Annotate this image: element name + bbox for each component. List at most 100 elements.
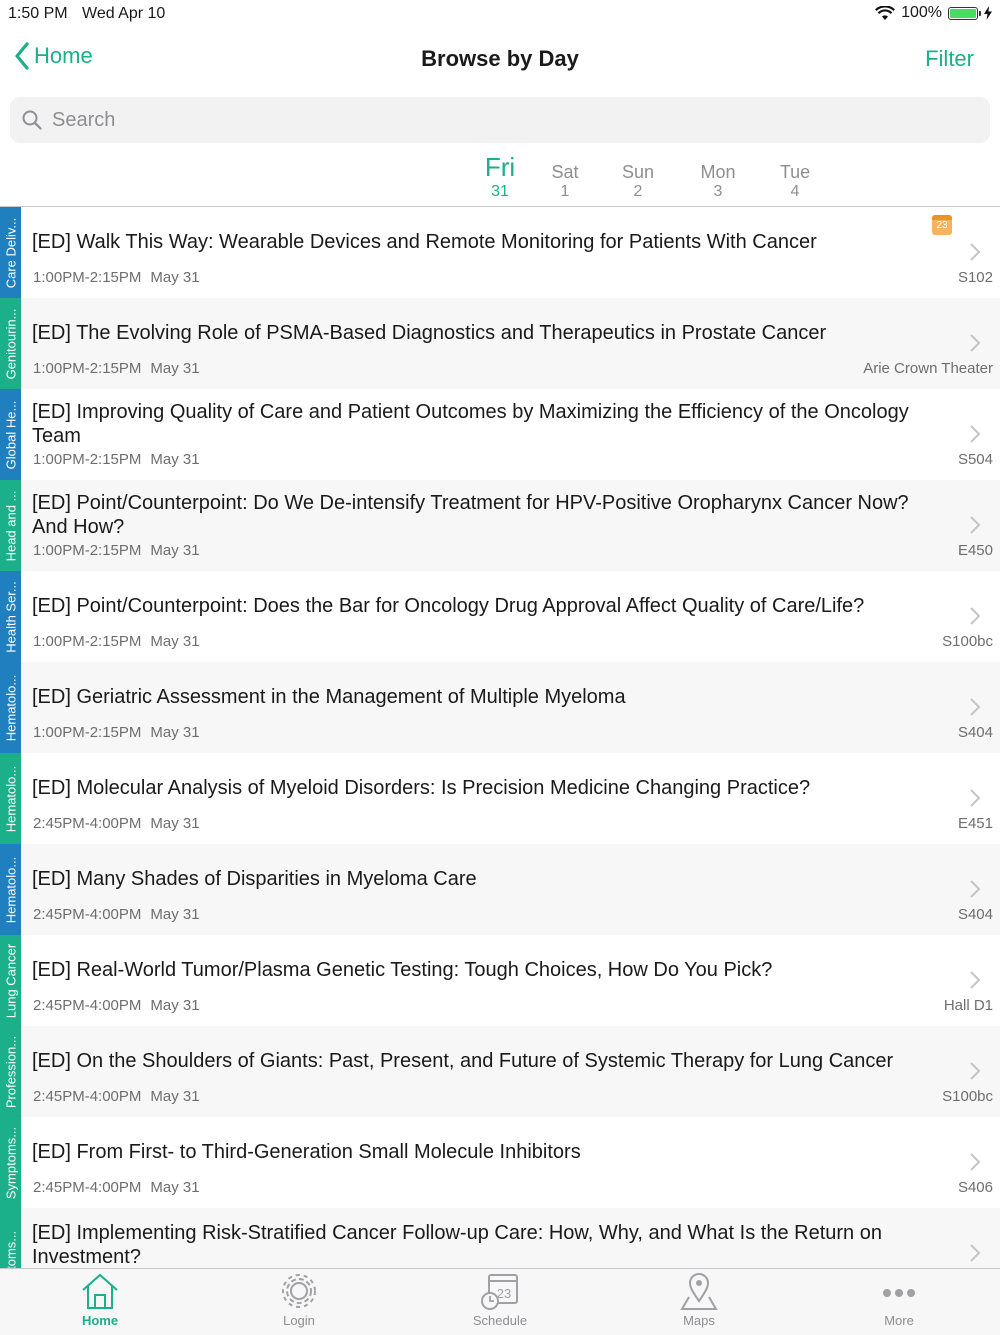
session-time: 2:45PM-4:00PM [33,815,142,832]
day-name: Tue [779,162,811,182]
session-room: S100bc [942,1088,993,1105]
session-date: May 31 [150,815,200,832]
session-title: [ED] On the Shoulders of Giants: Past, P… [32,1050,894,1072]
tab-home[interactable]: Home [40,1271,160,1328]
session-row[interactable]: Hematolo... [ED] Molecular Analysis of M… [0,753,1000,844]
chevron-right-icon [970,1062,980,1080]
track-tag: Genitourin... [0,298,21,389]
chevron-right-icon [970,1244,980,1262]
session-meta: 2:45PM-4:00PM May 31 [33,1088,200,1105]
session-meta: 2:45PM-4:00PM May 31 [33,906,200,923]
track-tag: Health Ser... [0,571,21,662]
session-time: 1:00PM-2:15PM [33,542,142,559]
session-row[interactable]: Global He... [ED] Improving Quality of C… [0,389,1000,480]
session-time: 2:45PM-4:00PM [33,1179,142,1196]
session-row[interactable]: ptoms... [ED] Implementing Risk-Stratifi… [0,1208,1000,1268]
day-number: 2 [633,183,643,200]
home-icon [82,1273,118,1309]
session-title: [ED] Point/Counterpoint: Do We De-intens… [32,492,909,538]
track-label: Symptoms... [3,1126,18,1199]
chevron-right-icon [970,607,980,625]
day-name: Fri [484,152,516,182]
tab-label: More [884,1313,914,1328]
track-label: Hematolo... [3,674,18,741]
session-row[interactable]: Care Deliv... [ED] Walk This Way: Wearab… [0,207,1000,298]
session-date: May 31 [150,360,200,377]
session-time: 1:00PM-2:15PM [33,724,142,741]
session-room: S504 [957,451,993,468]
session-row[interactable]: Profession... [ED] On the Shoulders of G… [0,1026,1000,1117]
schedule-icon: 23 [481,1274,518,1310]
session-time: 2:45PM-4:00PM [33,1088,142,1105]
chevron-right-icon [970,516,980,534]
tab-login[interactable]: Login [239,1271,359,1328]
day-number: 3 [713,183,723,200]
session-date: May 31 [150,724,200,741]
session-row[interactable]: Head and ... [ED] Point/Counterpoint: Do… [0,480,1000,571]
track-label: Genitourin... [3,308,18,379]
tab-schedule[interactable]: 23 Schedule [440,1271,560,1328]
gear-icon [282,1274,316,1308]
day-name: Mon [700,162,736,182]
session-row[interactable]: Hematolo... [ED] Geriatric Assessment in… [0,662,1000,753]
session-date: May 31 [150,997,200,1014]
session-title: [ED] Point/Counterpoint: Does the Bar fo… [32,595,865,617]
session-date: May 31 [150,633,200,650]
session-time: 1:00PM-2:15PM [33,633,142,650]
day-number: 31 [491,183,509,200]
track-tag: Hematolo... [0,844,21,935]
day-tab-sun[interactable]: Sun 2 [618,162,658,201]
session-list[interactable]: Care Deliv... [ED] Walk This Way: Wearab… [0,207,1000,1268]
chevron-right-icon [970,243,980,261]
track-label: Profession... [3,1035,18,1108]
status-date: Wed Apr 10 [82,5,166,22]
session-time: 1:00PM-2:15PM [33,360,142,377]
session-row[interactable]: Health Ser... [ED] Point/Counterpoint: D… [0,571,1000,662]
tab-label: Home [81,1313,119,1328]
session-meta: 1:00PM-2:15PM May 31 [33,633,200,650]
chevron-right-icon [970,334,980,352]
session-title: [ED] Many Shades of Disparities in Myelo… [32,868,477,890]
session-room: Hall D1 [943,997,993,1014]
session-date: May 31 [150,269,200,286]
chevron-right-icon [970,1153,980,1171]
session-meta: 1:00PM-2:15PM May 31 [33,451,200,468]
session-room: Arie Crown Theater [863,360,993,377]
day-tab-fri[interactable]: Fri 31 [480,152,520,201]
tab-maps[interactable]: Maps [639,1271,759,1328]
session-title: [ED] The Evolving Role of PSMA-Based Dia… [32,322,827,344]
tab-label: Maps [683,1313,715,1328]
day-tab-sat[interactable]: Sat 1 [545,162,585,201]
track-tag: ptoms... [0,1208,21,1268]
day-name: Sat [551,162,579,182]
session-row[interactable]: Hematolo... [ED] Many Shades of Disparit… [0,844,1000,935]
session-room: S100bc [942,633,993,650]
search-input[interactable] [50,107,954,133]
day-tab-mon[interactable]: Mon 3 [696,162,740,201]
session-row[interactable]: Genitourin... [ED] The Evolving Role of … [0,298,1000,389]
tab-more[interactable]: More [839,1271,959,1328]
search-bar [10,97,990,143]
session-row[interactable]: Symptoms... [ED] From First- to Third-Ge… [0,1117,1000,1208]
session-row[interactable]: Lung Cancer [ED] Real-World Tumor/Plasma… [0,935,1000,1026]
battery-icon [948,6,981,20]
track-label: Lung Cancer [3,943,18,1018]
day-tab-tue[interactable]: Tue 4 [775,162,815,201]
page-title: Browse by Day [421,46,579,71]
track-tag: Hematolo... [0,753,21,844]
session-date: May 31 [150,906,200,923]
day-name: Sun [621,162,655,182]
tab-bar: Home Login 23 Schedule Maps More [0,1268,1000,1335]
search-icon [22,110,42,130]
track-tag: Profession... [0,1026,21,1117]
calendar-badge-icon[interactable]: 23 [932,215,952,235]
filter-button[interactable]: Filter [925,46,974,72]
session-time: 1:00PM-2:15PM [33,451,142,468]
session-title: [ED] Implementing Risk-Stratified Cancer… [32,1222,882,1268]
session-meta: 1:00PM-2:15PM May 31 [33,360,200,377]
session-meta: 1:00PM-2:15PM May 31 [33,542,200,559]
session-meta: 1:00PM-2:15PM May 31 [33,269,200,286]
session-room: S404 [957,906,993,923]
track-tag: Global He... [0,389,21,480]
session-time: 2:45PM-4:00PM [33,906,142,923]
